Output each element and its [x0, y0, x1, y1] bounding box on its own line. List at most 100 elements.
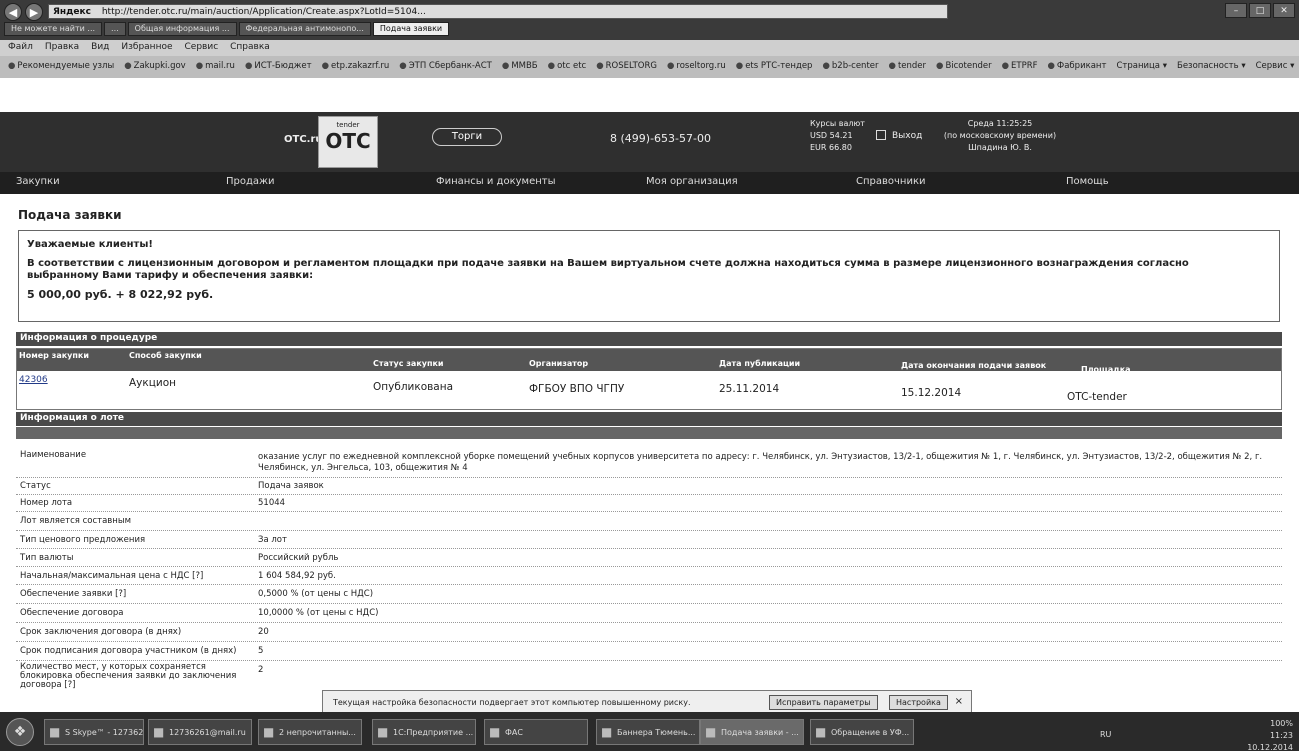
datetime: Среда 11:25:25 [967, 119, 1033, 128]
lot-value: 1 604 584,92 руб. [258, 571, 336, 581]
menu-edit[interactable]: Правка [45, 42, 79, 54]
favorite-link[interactable]: Рекомендуемые узлы [8, 61, 114, 73]
lot-value: Российский рубль [258, 553, 339, 563]
favorite-link[interactable]: ЭТП Сбербанк-АСТ [399, 61, 492, 73]
procedure-section-title: Информация о процедуре [16, 332, 1282, 346]
start-button[interactable]: ❖ [6, 718, 34, 746]
currency-rates: Курсы валют USD 54.21 EUR 66.80 [810, 118, 865, 154]
menu-favorites[interactable]: Избранное [121, 42, 172, 54]
favorite-link[interactable]: Фабрикант [1047, 61, 1107, 73]
menu-help[interactable]: Справка [230, 42, 270, 54]
col-organizer: Организатор [529, 359, 589, 368]
otc-small-link[interactable]: OTC.ru [284, 134, 323, 145]
address-bar[interactable]: Яндекс http://tender.otc.ru/main/auction… [48, 4, 948, 19]
lot-section-title: Информация о лоте [16, 412, 1282, 426]
close-icon[interactable]: ✕ [1273, 3, 1295, 18]
clock-time[interactable]: 11:23 [1247, 730, 1293, 742]
nav-help[interactable]: Помощь [1050, 172, 1250, 194]
taskbar-item-active[interactable]: Подача заявки - ... [700, 719, 804, 745]
address-url: http://tender.otc.ru/main/auction/Applic… [101, 7, 426, 17]
taskbar-item[interactable]: 12736261@mail.ru [148, 719, 252, 745]
favorite-link[interactable]: ММВБ [502, 61, 537, 73]
favorite-link[interactable]: ИСТ-Бюджет [245, 61, 311, 73]
procedure-published: 25.11.2014 [719, 383, 780, 395]
col-deadline: Дата окончания подачи заявок [901, 361, 1047, 370]
taskbar-item[interactable]: Обращение в УФ... [810, 719, 914, 745]
favorite-link[interactable]: mail.ru [196, 61, 235, 73]
nav-references[interactable]: Справочники [840, 172, 1050, 194]
browser-tab[interactable]: Не можете найти ... [4, 22, 103, 36]
otc-logo[interactable]: tender OTC [318, 116, 378, 168]
menu-tools[interactable]: Сервис [185, 42, 219, 54]
back-button[interactable]: ◀ [4, 3, 22, 21]
clock-date[interactable]: 10.12.2014 [1247, 742, 1293, 751]
browser-tab-active[interactable]: Подача заявки [372, 22, 450, 36]
taskbar-item[interactable]: ФАС [484, 719, 588, 745]
favorite-link[interactable]: ROSELTORG [596, 61, 657, 73]
close-icon[interactable]: × [955, 696, 963, 707]
lot-label: Статус [20, 481, 51, 491]
favorite-link[interactable]: roseltorg.ru [667, 61, 725, 73]
language-indicator[interactable]: RU [1100, 730, 1111, 739]
favorite-link[interactable]: tender [889, 61, 926, 73]
browser-tab[interactable]: Федеральная антимонопо... [238, 22, 371, 36]
minimize-icon[interactable]: – [1225, 3, 1247, 18]
security-settings-button[interactable]: Настройка [889, 695, 948, 710]
lot-row-max-price: Начальная/максимальная цена с НДС [?] 1 … [16, 567, 1282, 585]
favorite-link[interactable]: etp.zakazrf.ru [322, 61, 389, 73]
zoom-level[interactable]: 100% [1247, 718, 1293, 730]
browser-titlebar: ◀ ▶ Яндекс http://tender.otc.ru/main/auc… [0, 0, 1299, 40]
fix-settings-button[interactable]: Исправить параметры [769, 695, 878, 710]
lot-label: Начальная/максимальная цена с НДС [?] [20, 571, 204, 581]
phone-number: 8 (499)-653-57-00 [610, 132, 711, 145]
notice-sum: 5 000,00 руб. + 8 022,92 руб. [27, 288, 214, 301]
toolbar-page[interactable]: Страница ▾ [1116, 61, 1167, 73]
nav-my-org[interactable]: Моя организация [630, 172, 840, 194]
toolbar-tools[interactable]: Сервис ▾ [1256, 61, 1295, 73]
site-header: OTC.ru tender OTC Торги 8 (499)-653-57-0… [0, 112, 1299, 172]
eur-rate: EUR 66.80 [810, 143, 852, 152]
exit-label: Выход [892, 131, 923, 141]
torgi-button[interactable]: Торги [432, 128, 502, 146]
procedure-platform: OTC-tender [1067, 391, 1127, 403]
menu-file[interactable]: Файл [8, 42, 33, 54]
taskbar-item[interactable]: 2 непрочитанны... [258, 719, 362, 745]
taskbar-item[interactable]: 1С:Предприятие ... [372, 719, 476, 745]
lot-row-sign-term: Срок подписания договора участником (в д… [16, 642, 1282, 661]
lot-row-bid-security: Обеспечение заявки [?] 0,5000 % (от цены… [16, 585, 1282, 604]
favorite-link[interactable]: ETPRF [1002, 61, 1037, 73]
favorite-link[interactable]: b2b-center [822, 61, 879, 73]
procedure-number-link[interactable]: 42306 [19, 375, 48, 385]
usd-rate: USD 54.21 [810, 131, 853, 140]
browser-nav: ◀ ▶ [4, 3, 43, 21]
search-brand: Яндекс [53, 7, 91, 17]
server-time: Среда 11:25:25 (по московскому времени) … [930, 118, 1070, 154]
maximize-icon[interactable]: □ [1249, 3, 1271, 18]
favorite-link[interactable]: Bicotender [936, 61, 991, 73]
nav-purchases[interactable]: Закупки [0, 172, 210, 194]
procedure-organizer: ФГБОУ ВПО ЧГПУ [529, 383, 625, 395]
taskbar-item[interactable]: Баннера Тюмень... [596, 719, 700, 745]
lot-label: Тип валюты [20, 553, 74, 563]
procedure-method: Аукцион [129, 377, 176, 389]
browser-tab[interactable]: Общая информация ... [127, 22, 237, 36]
nav-sales[interactable]: Продажи [210, 172, 420, 194]
favorite-link[interactable]: ets РТС-тендер [736, 61, 812, 73]
col-status: Статус закупки [373, 359, 444, 368]
lot-row-contract-term: Срок заключения договора (в днях) 20 [16, 623, 1282, 642]
favorite-link[interactable]: Zakupki.gov [124, 61, 186, 73]
forward-button[interactable]: ▶ [25, 3, 43, 21]
lot-row-status: Статус Подача заявок [16, 478, 1282, 495]
exit-link[interactable]: Выход [876, 130, 922, 141]
site-nav: Закупки Продажи Финансы и документы Моя … [0, 172, 1299, 194]
lot-label: Тип ценового предложения [20, 535, 146, 545]
lot-value: оказание услуг по ежедневной комплексной… [258, 452, 1263, 473]
taskbar-item[interactable]: S Skype™ - 12736261 [44, 719, 144, 745]
browser-tab[interactable]: ... [104, 22, 126, 36]
toolbar-security[interactable]: Безопасность ▾ [1177, 61, 1246, 73]
nav-finance[interactable]: Финансы и документы [420, 172, 630, 194]
lot-value: 2 [258, 665, 264, 675]
favorite-link[interactable]: otc etc [548, 61, 586, 73]
notice-box: Уважаемые клиенты! В соответствии с лице… [18, 230, 1280, 322]
menu-view[interactable]: Вид [91, 42, 109, 54]
